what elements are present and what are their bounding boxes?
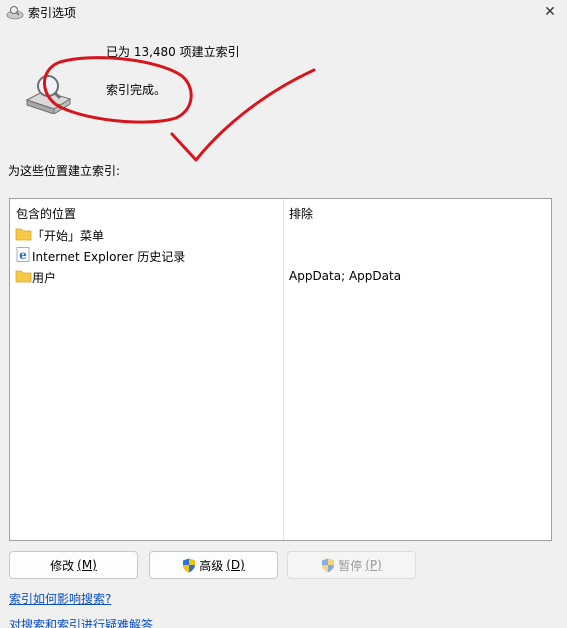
title-bar: 索引选项 ✕ [0,0,567,24]
locations-table[interactable]: 包含的位置 排除 「开始」菜单 e Internet Explorer 历史记录… [9,198,552,541]
how-indexing-affects-search-link[interactable]: 索引如何影响搜索? [9,590,111,607]
location-name: Internet Explorer 历史记录 [32,250,186,264]
indexed-count-text: 已为 13,480 项建立索引 [106,45,240,59]
window-title: 索引选项 [28,6,77,20]
uac-shield-icon [322,558,335,572]
column-header-excluded[interactable]: 排除 [289,205,313,222]
location-name: 用户 [32,271,57,285]
column-header-included[interactable]: 包含的位置 [16,205,76,222]
indexing-options-icon [6,6,24,20]
modify-button-label: 修改 [50,558,75,573]
red-check-mark [170,68,316,162]
index-status-text: 索引完成。 [106,83,167,97]
modify-button[interactable]: 修改 (M) [9,551,138,579]
location-name: 「开始」菜单 [32,229,105,243]
location-row[interactable]: e Internet Explorer 历史记录 [10,245,551,266]
advanced-button-mnemonic: (D) [226,558,245,572]
ie-icon: e [16,247,30,262]
close-icon: ✕ [544,4,556,20]
indexer-drive-icon [25,75,72,114]
svg-text:e: e [19,248,27,262]
close-button[interactable]: ✕ [533,0,567,24]
folder-icon [15,228,32,241]
uac-shield-icon [183,558,196,572]
advanced-button-label: 高级 [199,558,224,573]
pause-button-label: 暂停 [338,558,363,573]
locations-label: 为这些位置建立索引: [8,164,121,178]
pause-button-mnemonic: (P) [365,558,382,572]
modify-button-mnemonic: (M) [77,558,97,572]
troubleshoot-link[interactable]: 对搜索和索引进行疑难解答 [9,616,153,628]
folder-icon [15,270,32,283]
location-exclusions: AppData; AppData [289,269,402,283]
advanced-button[interactable]: 高级 (D) [149,551,278,579]
pause-button[interactable]: 暂停 (P) [287,551,416,579]
location-row[interactable]: 用户 AppData; AppData [10,266,551,287]
location-row[interactable]: 「开始」菜单 [10,224,551,245]
